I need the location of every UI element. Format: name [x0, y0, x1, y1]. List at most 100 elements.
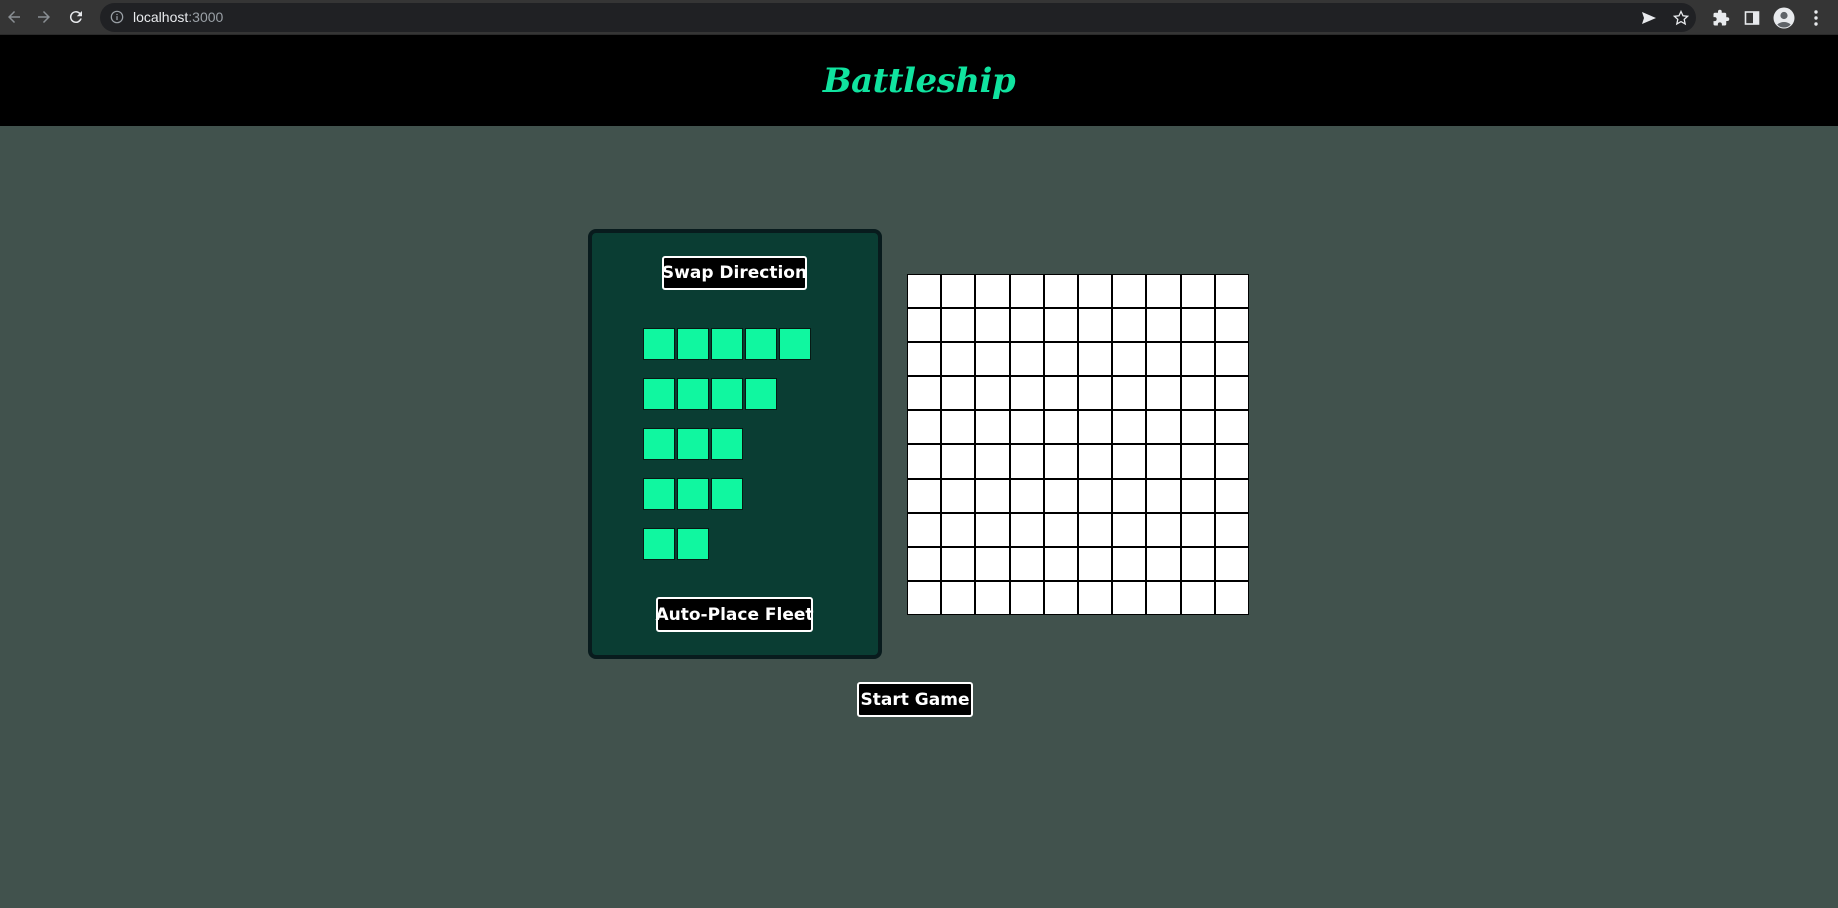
ship-battleship[interactable] [643, 378, 779, 410]
board-cell[interactable] [1147, 513, 1180, 546]
board-cell[interactable] [1079, 479, 1112, 512]
board-cell[interactable] [976, 581, 1009, 614]
board-cell[interactable] [908, 411, 941, 444]
board-cell[interactable] [1010, 513, 1043, 546]
ship-destroyer[interactable] [643, 528, 711, 560]
board-cell[interactable] [1044, 309, 1077, 342]
board-cell[interactable] [1010, 445, 1043, 478]
board-cell[interactable] [1010, 275, 1043, 308]
board-cell[interactable] [976, 343, 1009, 376]
board-cell[interactable] [1215, 377, 1248, 410]
board-cell[interactable] [976, 513, 1009, 546]
board-cell[interactable] [942, 343, 975, 376]
board-cell[interactable] [976, 479, 1009, 512]
board-cell[interactable] [1181, 547, 1214, 580]
board-cell[interactable] [1079, 275, 1112, 308]
board-cell[interactable] [908, 513, 941, 546]
board-cell[interactable] [908, 343, 941, 376]
board-cell[interactable] [1079, 581, 1112, 614]
board-cell[interactable] [1113, 581, 1146, 614]
board-cell[interactable] [1044, 547, 1077, 580]
board-cell[interactable] [1147, 309, 1180, 342]
board-cell[interactable] [1215, 547, 1248, 580]
board-cell[interactable] [1079, 343, 1112, 376]
board-cell[interactable] [1181, 275, 1214, 308]
board-cell[interactable] [1079, 445, 1112, 478]
chrome-menu-button[interactable] [1804, 6, 1828, 30]
board-cell[interactable] [942, 581, 975, 614]
board-cell[interactable] [1113, 377, 1146, 410]
board-cell[interactable] [1010, 479, 1043, 512]
board-cell[interactable] [1010, 343, 1043, 376]
board-cell[interactable] [908, 581, 941, 614]
board-cell[interactable] [942, 275, 975, 308]
board-cell[interactable] [1044, 581, 1077, 614]
side-panel-button[interactable] [1740, 6, 1764, 30]
back-button[interactable] [2, 5, 26, 29]
board-cell[interactable] [1181, 377, 1214, 410]
board-cell[interactable] [1147, 479, 1180, 512]
board-cell[interactable] [942, 445, 975, 478]
board-cell[interactable] [1181, 309, 1214, 342]
board-cell[interactable] [1113, 343, 1146, 376]
board-cell[interactable] [976, 275, 1009, 308]
forward-button[interactable] [32, 5, 56, 29]
send-tab-button[interactable] [1638, 8, 1660, 28]
board-cell[interactable] [1079, 547, 1112, 580]
board-cell[interactable] [1010, 377, 1043, 410]
board-cell[interactable] [908, 275, 941, 308]
board-cell[interactable] [1147, 275, 1180, 308]
auto-place-fleet-button[interactable]: Auto-Place Fleet [655, 597, 814, 632]
board-cell[interactable] [908, 377, 941, 410]
board-cell[interactable] [1181, 411, 1214, 444]
board-cell[interactable] [942, 411, 975, 444]
extensions-button[interactable] [1709, 6, 1733, 30]
board-cell[interactable] [1079, 411, 1112, 444]
board-cell[interactable] [976, 411, 1009, 444]
board-cell[interactable] [1044, 275, 1077, 308]
swap-direction-button[interactable]: Swap Direction [662, 256, 807, 290]
board-cell[interactable] [942, 547, 975, 580]
profile-button[interactable] [1772, 6, 1796, 30]
board-cell[interactable] [1147, 377, 1180, 410]
board-cell[interactable] [1113, 411, 1146, 444]
board-cell[interactable] [1215, 581, 1248, 614]
board-cell[interactable] [1181, 445, 1214, 478]
board-cell[interactable] [1010, 411, 1043, 444]
board-cell[interactable] [1044, 411, 1077, 444]
board-cell[interactable] [942, 309, 975, 342]
board-cell[interactable] [1044, 513, 1077, 546]
board-cell[interactable] [942, 479, 975, 512]
board-cell[interactable] [1044, 479, 1077, 512]
board-cell[interactable] [1181, 581, 1214, 614]
board-cell[interactable] [1215, 343, 1248, 376]
board-cell[interactable] [1215, 275, 1248, 308]
board-cell[interactable] [1215, 411, 1248, 444]
board-cell[interactable] [908, 309, 941, 342]
board-cell[interactable] [976, 445, 1009, 478]
board-cell[interactable] [1215, 309, 1248, 342]
board-cell[interactable] [1044, 445, 1077, 478]
board-cell[interactable] [1010, 581, 1043, 614]
board-cell[interactable] [1147, 581, 1180, 614]
board-cell[interactable] [976, 309, 1009, 342]
board-cell[interactable] [1147, 445, 1180, 478]
board-cell[interactable] [1079, 513, 1112, 546]
board-cell[interactable] [1215, 445, 1248, 478]
board-cell[interactable] [1010, 309, 1043, 342]
board-cell[interactable] [1113, 275, 1146, 308]
board-cell[interactable] [1079, 377, 1112, 410]
board-cell[interactable] [942, 513, 975, 546]
board-cell[interactable] [1215, 513, 1248, 546]
board-cell[interactable] [1215, 479, 1248, 512]
board-cell[interactable] [1113, 547, 1146, 580]
board-cell[interactable] [1181, 513, 1214, 546]
start-game-button[interactable]: Start Game [857, 682, 973, 717]
board-cell[interactable] [976, 377, 1009, 410]
reload-button[interactable] [64, 5, 88, 29]
board-cell[interactable] [1044, 377, 1077, 410]
board-cell[interactable] [1181, 343, 1214, 376]
ship-submarine[interactable] [643, 478, 745, 510]
address-bar[interactable]: localhost:3000 [100, 3, 1696, 32]
board-cell[interactable] [1147, 343, 1180, 376]
